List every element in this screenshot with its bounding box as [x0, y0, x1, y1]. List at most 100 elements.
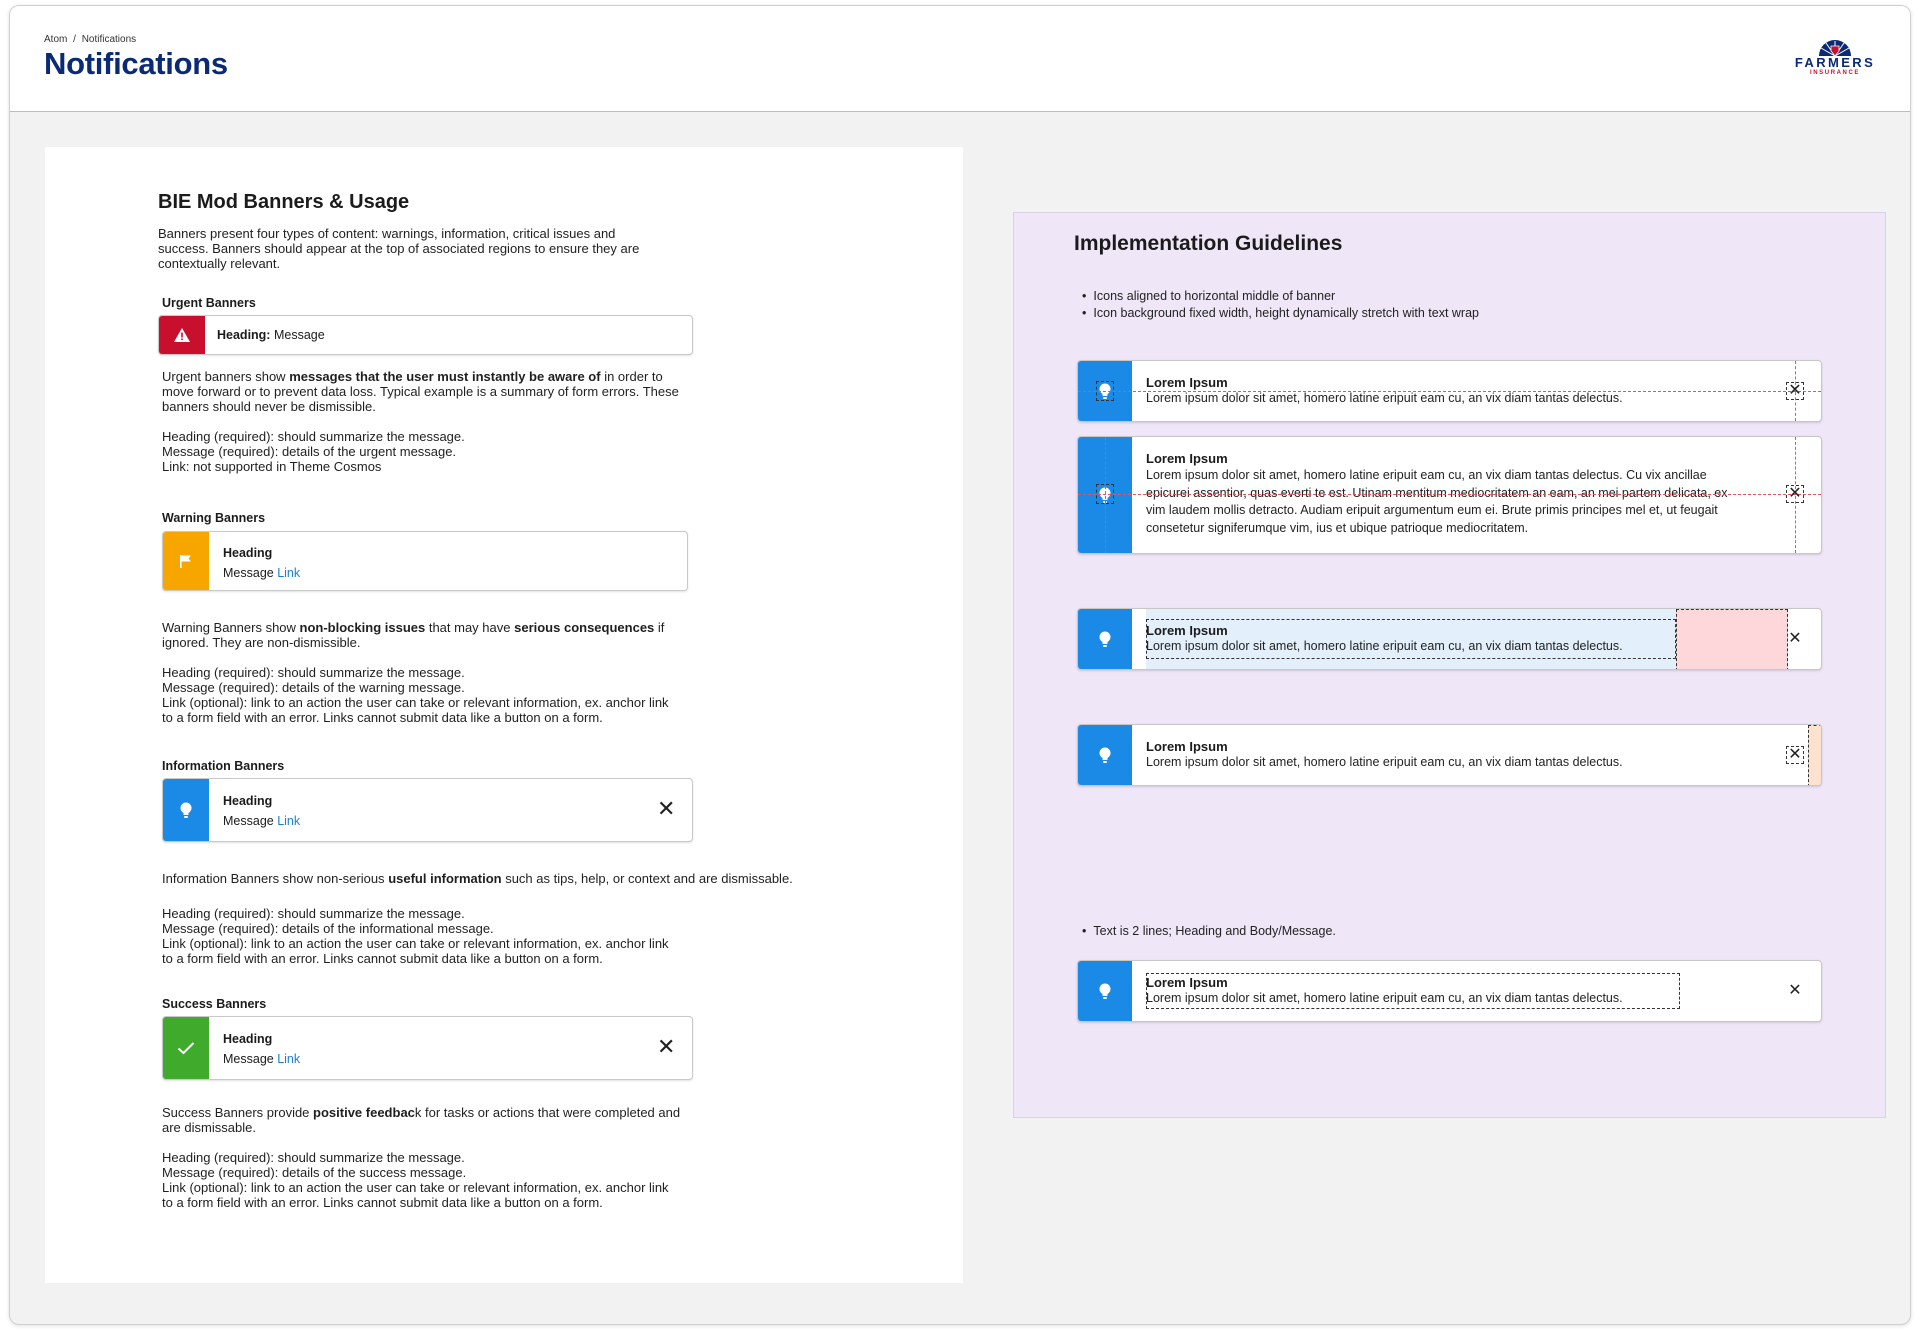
close-icon[interactable]: ✕: [657, 1036, 675, 1058]
banner-message: Message Link: [223, 814, 300, 828]
banner-message: Lorem ipsum dolor sit amet, homero latin…: [1146, 755, 1623, 769]
desc-text: such as tips, help, or context and are d…: [501, 871, 793, 886]
icon-bounds: [1096, 381, 1114, 401]
desc-line: move forward or to prevent data loss. Ty…: [162, 384, 679, 399]
app-window: Atom / Notifications Notifications FARME…: [9, 5, 1911, 1325]
lightbulb-icon: [1078, 961, 1132, 1021]
close-icon[interactable]: ✕: [1786, 486, 1804, 502]
breadcrumb-item-notifications[interactable]: Notifications: [82, 34, 136, 45]
rule-line: Heading (required): should summarize the…: [162, 665, 465, 680]
warning-triangle-icon: [159, 316, 205, 354]
banner-message-text: Message: [223, 1052, 278, 1066]
rule-line: Heading (required): should summarize the…: [162, 906, 465, 921]
usage-intro: Banners present four types of content: w…: [158, 226, 639, 271]
alignment-guide: [1078, 494, 1821, 495]
banner-heading: Lorem Ipsum: [1146, 975, 1228, 990]
rule-line: Message (required): details of the infor…: [162, 921, 494, 936]
desc-emphasis: positive feedbac: [313, 1105, 415, 1120]
desc-text: Urgent banners show: [162, 369, 290, 384]
breadcrumb-separator: /: [73, 34, 76, 45]
desc-text: Success Banners provide: [162, 1105, 314, 1120]
guideline-item: Icons aligned to horizontal middle of ba…: [1082, 288, 1479, 305]
success-banner-example: Heading Message Link ✕: [162, 1016, 693, 1080]
flag-icon: [163, 532, 209, 590]
banner-message: Message Link: [223, 1052, 300, 1066]
banner-link[interactable]: Link: [277, 814, 300, 828]
rule-line: to a form field with an error. Links can…: [162, 710, 603, 725]
urgent-description: Urgent banners show messages that the us…: [162, 369, 679, 474]
warning-banner-example: Heading Message Link: [162, 531, 688, 591]
spec-banner-multi-line: Lorem Ipsum Lorem ipsum dolor sit amet, …: [1077, 436, 1822, 554]
logo-subtitle: INSURANCE: [1809, 70, 1861, 76]
close-icon[interactable]: ✕: [1786, 383, 1804, 399]
spacing-region-highlight: [1676, 609, 1788, 669]
banner-heading: Lorem Ipsum: [1146, 623, 1228, 638]
banner-link[interactable]: Link: [277, 1052, 300, 1066]
desc-line: ignored. They are non-dismissible.: [162, 635, 361, 650]
alignment-guide: [1078, 391, 1821, 392]
urgent-banner-example: Heading: Message: [158, 315, 693, 355]
rule-line: to a form field with an error. Links can…: [162, 951, 603, 966]
desc-emphasis: messages that the user must instantly be…: [289, 369, 601, 384]
sunburst-shield-icon: [1819, 40, 1851, 56]
rule-line: Message (required): details of the succe…: [162, 1165, 467, 1180]
desc-text: if: [654, 620, 665, 635]
guideline-item: Text is 2 lines; Heading and Body/Messag…: [1082, 923, 1336, 940]
top-bar: Atom / Notifications Notifications FARME…: [10, 6, 1910, 112]
breadcrumb-item-atom[interactable]: Atom: [44, 34, 67, 45]
spec-banner-single-line: Lorem Ipsum Lorem ipsum dolor sit amet, …: [1077, 360, 1822, 422]
desc-emphasis: useful information: [388, 871, 502, 886]
desc-text: Warning Banners show: [162, 620, 300, 635]
banner-long-message: Lorem ipsum dolor sit amet, homero latin…: [1146, 467, 1728, 537]
intro-line: success. Banners should appear at the to…: [158, 241, 640, 256]
banner-message: Message Link: [223, 566, 300, 580]
information-banner-example: Heading Message Link ✕: [162, 778, 693, 842]
close-icon[interactable]: ✕: [1786, 747, 1804, 763]
close-icon[interactable]: ✕: [1786, 631, 1804, 647]
banner-message: Lorem ipsum dolor sit amet, homero latin…: [1146, 391, 1623, 405]
rule-line: Link: not supported in Theme Cosmos: [162, 459, 382, 474]
spec-banner-margin: Lorem Ipsum Lorem ipsum dolor sit amet, …: [1077, 724, 1822, 786]
breadcrumb: Atom / Notifications: [44, 34, 139, 45]
banner-message: Lorem ipsum dolor sit amet, homero latin…: [1146, 639, 1623, 653]
banner-heading: Lorem Ipsum: [1146, 739, 1228, 754]
message-line: vim laudem mollis detracto. Audiam eripu…: [1146, 503, 1718, 517]
banner-message: Lorem ipsum dolor sit amet, homero latin…: [1146, 991, 1623, 1005]
page-title: Notifications: [44, 46, 228, 81]
banner-link[interactable]: Link: [277, 566, 300, 580]
icon-bounds: [1096, 484, 1114, 504]
banner-message: Message: [270, 328, 325, 342]
implementation-guidelines-panel: Implementation Guidelines Icons aligned …: [1013, 212, 1886, 1118]
rule-line: Link (optional): link to an action the u…: [162, 695, 669, 710]
lightbulb-icon: [1078, 609, 1132, 669]
success-description: Success Banners provide positive feedbac…: [162, 1105, 680, 1210]
guidelines-title: Implementation Guidelines: [1074, 232, 1343, 255]
usage-title: BIE Mod Banners & Usage: [158, 191, 410, 213]
intro-line: Banners present four types of content: w…: [158, 226, 616, 241]
rule-line: Message (required): details of the urgen…: [162, 444, 457, 459]
warning-section-label: Warning Banners: [162, 511, 266, 525]
usage-panel: BIE Mod Banners & Usage Banners present …: [45, 147, 963, 1283]
message-line: consetetur signiferumque vim, ius et ubi…: [1146, 520, 1529, 535]
spec-banner-padding: Lorem Ipsum Lorem ipsum dolor sit amet, …: [1077, 608, 1822, 670]
desc-text: k for tasks or actions that were complet…: [414, 1105, 681, 1120]
lightbulb-icon: [1078, 725, 1132, 785]
banner-message-text: Message: [223, 814, 278, 828]
rule-line: Link (optional): link to an action the u…: [162, 936, 669, 951]
guidelines-bullets: Icons aligned to horizontal middle of ba…: [1082, 288, 1479, 322]
desc-emphasis: serious consequences: [514, 620, 655, 635]
desc-text: Information Banners show non-serious: [162, 871, 389, 886]
farmers-logo[interactable]: FARMERS INSURANCE: [1790, 40, 1880, 86]
message-line: Lorem ipsum dolor sit amet, homero latin…: [1146, 468, 1707, 482]
margin-region-highlight: [1808, 725, 1821, 785]
success-section-label: Success Banners: [162, 997, 267, 1011]
close-icon[interactable]: ✕: [657, 798, 675, 820]
desc-emphasis: non-blocking issues: [299, 620, 426, 635]
guidelines-bullets-2: Text is 2 lines; Heading and Body/Messag…: [1082, 923, 1336, 940]
banner-heading: Heading: [223, 546, 273, 560]
information-description: Information Banners show non-serious use…: [162, 871, 793, 966]
rule-line: Message (required): details of the warni…: [162, 680, 465, 695]
banner-heading: Heading: [223, 1032, 273, 1046]
desc-line: are dismissable.: [162, 1120, 256, 1135]
close-icon[interactable]: ✕: [1786, 983, 1804, 999]
